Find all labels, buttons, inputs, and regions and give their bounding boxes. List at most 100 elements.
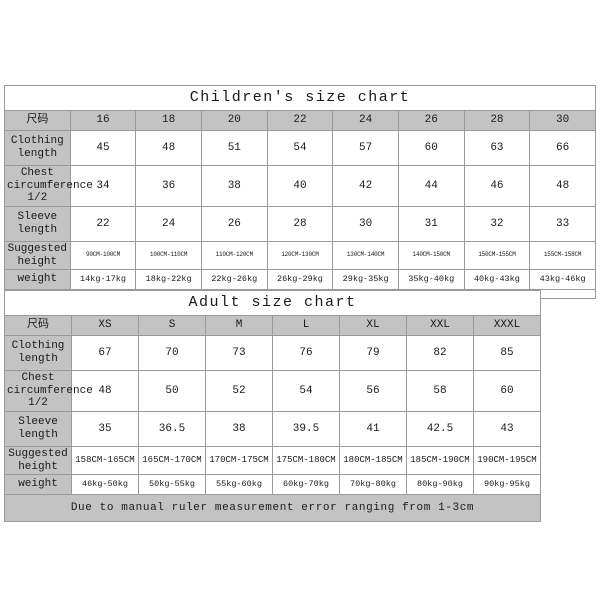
children-height-30: 155CM-158CM — [529, 240, 596, 271]
children-size-header-label: 尺码 — [4, 110, 71, 131]
children-sleeve-16: 22 — [69, 205, 137, 242]
children-weight-24: 29kg-35kg — [332, 269, 399, 291]
table-row: weight 14kg-17kg 18kg-22kg 22kg-26kg 26k… — [4, 269, 596, 291]
adult-clothing-length-xxxl: 85 — [473, 335, 541, 371]
size-chart-page: Children's size chart 尺码 16 18 20 22 24 … — [0, 0, 600, 600]
children-height-16: 90CM-100CM — [69, 240, 137, 271]
children-size-chart-block: Children's size chart 尺码 16 18 20 22 24 … — [4, 85, 596, 300]
adult-chest-m: 52 — [205, 370, 273, 412]
adult-size-col-xxxl: XXXL — [473, 315, 541, 336]
adult-clothing-length-s: 70 — [138, 335, 206, 371]
adult-clothing-length-xxl: 82 — [406, 335, 474, 371]
adult-row-label-suggested-height: Suggested height — [4, 445, 72, 476]
children-size-col-30: 30 — [529, 110, 596, 131]
adult-chest-l: 54 — [272, 370, 340, 412]
children-weight-20: 22kg-26kg — [200, 269, 268, 291]
adult-row-label-chest-circumference: Chest circumference 1/2 — [4, 370, 93, 412]
children-weight-22: 26kg-29kg — [266, 269, 334, 291]
children-size-col-28: 28 — [463, 110, 531, 131]
table-row: Clothing length 45 48 51 54 57 60 63 66 — [4, 130, 596, 166]
adult-size-col-m: M — [205, 315, 273, 336]
children-size-col-24: 24 — [332, 110, 399, 131]
adult-table-body: Adult size chart 尺码 XS S M L XL XXL XXXL… — [4, 290, 541, 523]
children-sleeve-30: 33 — [529, 205, 596, 242]
children-chest-26: 44 — [397, 165, 465, 207]
adult-height-s: 165CM-170CM — [138, 445, 206, 476]
children-table-body: Children's size chart 尺码 16 18 20 22 24 … — [4, 85, 596, 300]
children-size-table: Children's size chart 尺码 16 18 20 22 24 … — [4, 85, 596, 300]
adult-row-label-sleeve-length: Sleeve length — [4, 410, 72, 447]
adult-weight-l: 60kg-70kg — [272, 474, 340, 496]
adult-size-col-xs: XS — [71, 315, 139, 336]
adult-title-row: Adult size chart — [4, 290, 541, 316]
adult-height-l: 175CM-180CM — [272, 445, 340, 476]
children-clothing-length-20: 51 — [200, 130, 268, 166]
adult-size-table: Adult size chart 尺码 XS S M L XL XXL XXXL… — [4, 290, 541, 523]
children-size-col-20: 20 — [200, 110, 268, 131]
children-size-col-22: 22 — [266, 110, 334, 131]
adult-clothing-length-xl: 79 — [339, 335, 407, 371]
children-sleeve-20: 26 — [200, 205, 268, 242]
adult-weight-s: 50kg-55kg — [138, 474, 206, 496]
table-row: Suggested height 158CM-165CM 165CM-170CM… — [4, 445, 541, 476]
adult-clothing-length-m: 73 — [205, 335, 273, 371]
children-row-label-suggested-height: Suggested height — [4, 240, 71, 271]
children-height-28: 150CM-155CM — [463, 240, 531, 271]
children-weight-26: 35kg-40kg — [397, 269, 465, 291]
adult-sleeve-xs: 35 — [71, 410, 139, 447]
adult-sleeve-s: 36.5 — [138, 410, 206, 447]
children-chest-28: 46 — [463, 165, 531, 207]
children-clothing-length-30: 66 — [529, 130, 596, 166]
children-row-label-sleeve-length: Sleeve length — [4, 205, 71, 242]
children-header-row: 尺码 16 18 20 22 24 26 28 30 — [4, 110, 596, 131]
adult-chart-title: Adult size chart — [4, 290, 541, 316]
adult-header-row: 尺码 XS S M L XL XXL XXXL — [4, 315, 541, 336]
children-sleeve-28: 32 — [463, 205, 531, 242]
children-size-col-18: 18 — [135, 110, 202, 131]
adult-weight-xs: 46kg-50kg — [71, 474, 139, 496]
adult-chest-xl: 56 — [339, 370, 407, 412]
adult-weight-xxl: 80kg-90kg — [406, 474, 474, 496]
adult-height-xxxl: 190CM-195CM — [473, 445, 541, 476]
children-clothing-length-22: 54 — [266, 130, 334, 166]
children-row-label-weight: weight — [4, 269, 71, 291]
adult-chest-s: 50 — [138, 370, 206, 412]
table-row: Chest circumference 1/2 48 50 52 54 56 5… — [4, 370, 541, 412]
children-row-label-clothing-length: Clothing length — [4, 130, 71, 166]
table-row: weight 46kg-50kg 50kg-55kg 55kg-60kg 60k… — [4, 474, 541, 496]
children-sleeve-22: 28 — [266, 205, 334, 242]
children-sleeve-18: 24 — [135, 205, 202, 242]
children-sleeve-24: 30 — [332, 205, 399, 242]
adult-height-xxl: 185CM-190CM — [406, 445, 474, 476]
adult-clothing-length-l: 76 — [272, 335, 340, 371]
children-chest-22: 40 — [266, 165, 334, 207]
children-clothing-length-28: 63 — [463, 130, 531, 166]
adult-sleeve-xxl: 42.5 — [406, 410, 474, 447]
adult-size-col-s: S — [138, 315, 206, 336]
children-chest-30: 48 — [529, 165, 596, 207]
adult-size-header-label: 尺码 — [4, 315, 72, 336]
children-size-col-26: 26 — [397, 110, 465, 131]
measurement-error-note: Due to manual ruler measurement error ra… — [4, 494, 541, 523]
children-clothing-length-26: 60 — [397, 130, 465, 166]
adult-weight-m: 55kg-60kg — [205, 474, 273, 496]
children-chest-24: 42 — [332, 165, 399, 207]
adult-sleeve-l: 39.5 — [272, 410, 340, 447]
adult-footnote-row: Due to manual ruler measurement error ra… — [4, 494, 541, 523]
children-weight-30: 43kg-46kg — [529, 269, 596, 291]
adult-size-col-l: L — [272, 315, 340, 336]
table-row: Suggested height 90CM-100CM 100CM-110CM … — [4, 240, 596, 271]
children-title-row: Children's size chart — [4, 85, 596, 111]
adult-row-label-weight: weight — [4, 474, 72, 496]
table-row: Chest circumference 1/2 34 36 38 40 42 4… — [4, 165, 596, 207]
adult-sleeve-xl: 41 — [339, 410, 407, 447]
children-height-20: 110CM-120CM — [200, 240, 268, 271]
adult-size-chart-block: Adult size chart 尺码 XS S M L XL XXL XXXL… — [4, 290, 541, 523]
children-chest-20: 38 — [200, 165, 268, 207]
children-sleeve-26: 31 — [397, 205, 465, 242]
table-row: Clothing length 67 70 73 76 79 82 85 — [4, 335, 541, 371]
children-height-18: 100CM-110CM — [135, 240, 202, 271]
children-size-col-16: 16 — [69, 110, 137, 131]
children-height-26: 140CM-150CM — [397, 240, 465, 271]
adult-chest-xxxl: 60 — [473, 370, 541, 412]
